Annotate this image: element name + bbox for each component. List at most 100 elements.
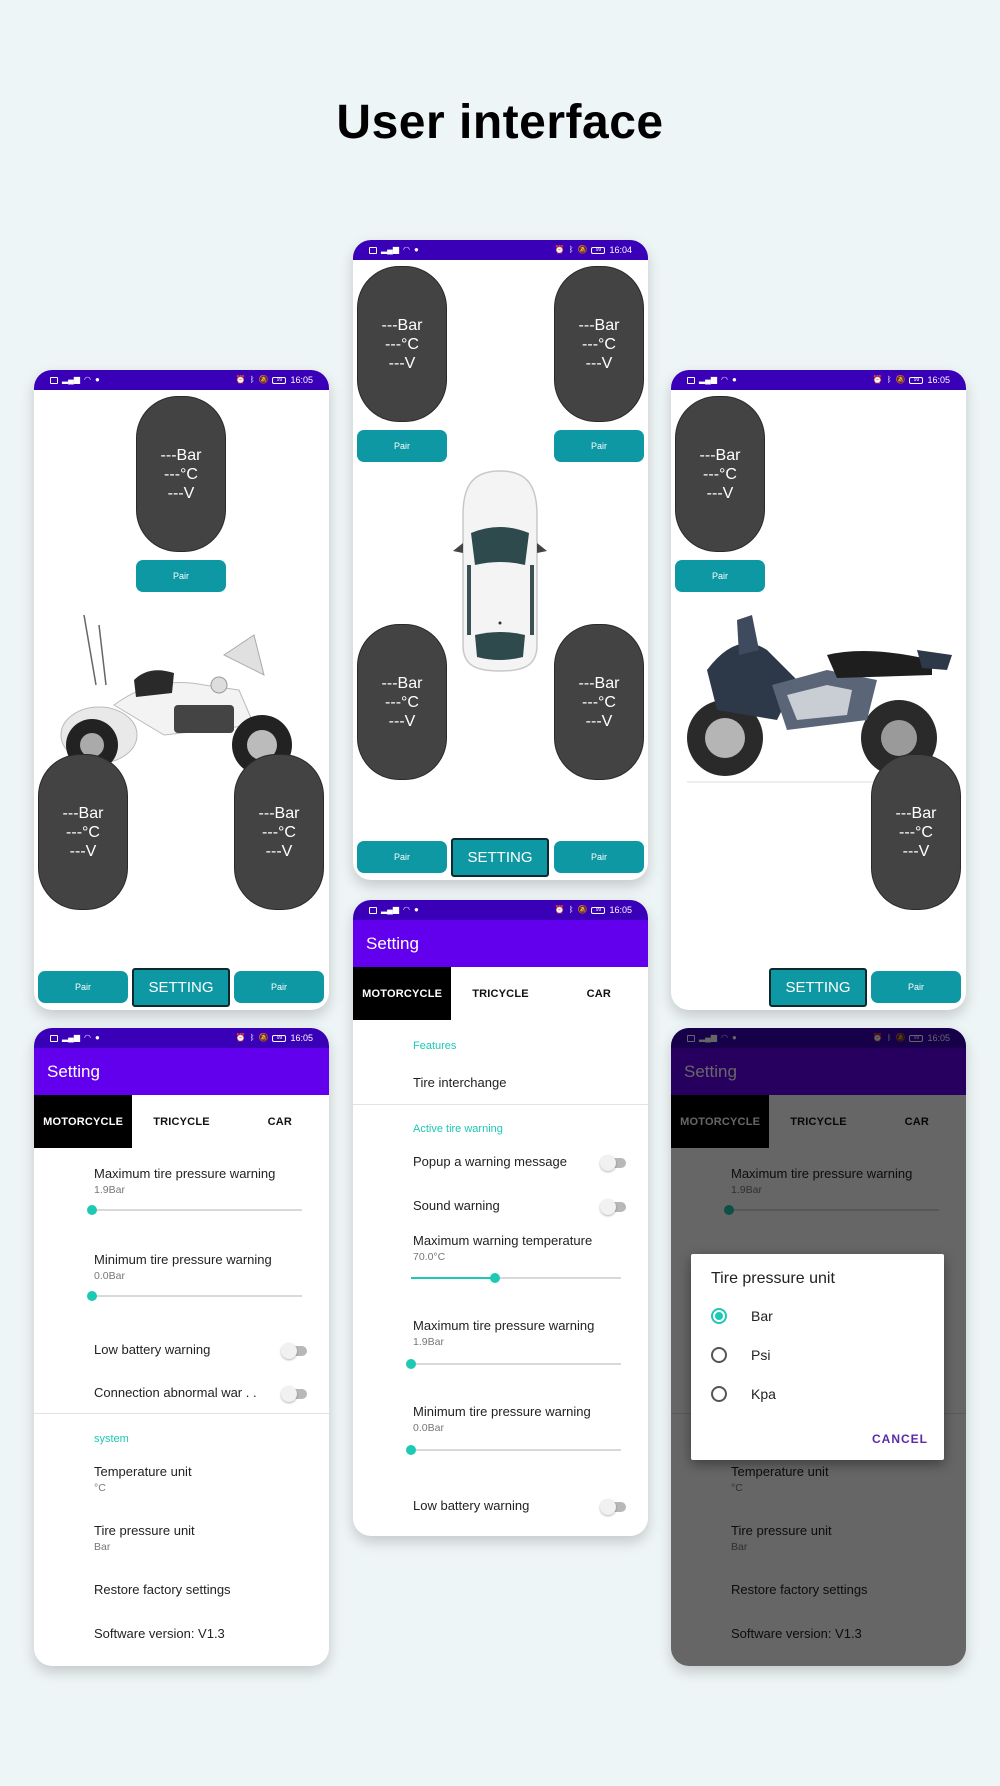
tire-pressure-unit-dialog: Tire pressure unit Bar Psi Kpa CANCEL — [691, 1254, 944, 1460]
pair-button-rear-left[interactable]: Pair — [357, 841, 447, 873]
battery-icon: 99 — [272, 376, 287, 384]
status-bar: ▂▄▆ ◠ ● ⏰ ᛒ 🔕 99 16:05 — [671, 370, 966, 390]
section-header-system: system — [94, 1433, 129, 1445]
phone-tricycle-main: ▂▄▆ ◠ ● ⏰ ᛒ 🔕 99 16:05 ---Bar ---°C ---V… — [34, 370, 329, 1010]
tab-tricycle[interactable]: TRICYCLE — [132, 1095, 230, 1148]
car-image — [453, 465, 548, 675]
tire-gauge-rear-right: ---Bar ---°C ---V — [554, 624, 644, 780]
pair-button-rear-right[interactable]: Pair — [554, 841, 644, 873]
signal-icon: ▂▄▆ — [381, 245, 399, 254]
hd-icon — [50, 376, 58, 384]
signal-icon: ▂▄▆ — [699, 375, 717, 384]
pair-button-rear-right[interactable]: Pair — [234, 971, 324, 1003]
slider-thumb[interactable] — [87, 1205, 97, 1215]
radio-option-psi[interactable]: Psi — [711, 1347, 770, 1363]
tire-pressure: ---Bar — [699, 446, 741, 464]
max-pressure-label: Maximum tire pressure warning — [94, 1166, 276, 1181]
radio-button[interactable] — [711, 1347, 727, 1363]
pair-button-front-right[interactable]: Pair — [554, 430, 644, 462]
pair-button-front[interactable]: Pair — [675, 560, 765, 592]
radio-button-checked[interactable] — [711, 1308, 727, 1324]
signal-icon: ▂▄▆ — [381, 905, 399, 914]
min-pressure-slider[interactable] — [406, 1444, 621, 1456]
max-temperature-slider[interactable] — [411, 1272, 621, 1284]
app-bar-title: Setting — [353, 920, 648, 967]
slider-thumb[interactable] — [490, 1273, 500, 1283]
alarm-icon: ⏰ — [554, 245, 565, 254]
tire-pressure: ---Bar — [381, 674, 423, 692]
hd-icon — [369, 906, 377, 914]
phone-settings-dialog: ▂▄▆ ◠ ● ⏰ ᛒ 🔕 99 16:05 Setting MOTORCYCL… — [671, 1028, 966, 1666]
tire-temperature: ---°C — [385, 335, 419, 353]
slider-thumb[interactable] — [406, 1359, 416, 1369]
tab-tricycle[interactable]: TRICYCLE — [451, 967, 549, 1020]
tire-pressure-unit-label[interactable]: Tire pressure unit — [94, 1523, 195, 1538]
wifi-icon: ◠ — [83, 375, 91, 384]
battery-icon: 99 — [591, 246, 606, 254]
max-pressure-slider[interactable] — [87, 1204, 302, 1216]
status-time: 16:05 — [609, 905, 632, 915]
max-temperature-value: 70.0°C — [413, 1251, 446, 1263]
wifi-icon: ◠ — [402, 245, 410, 254]
tire-gauge-front: ---Bar ---°C ---V — [675, 396, 765, 552]
min-pressure-value: 0.0Bar — [94, 1270, 125, 1282]
bluetooth-icon: ᛒ — [568, 905, 574, 914]
wifi-icon: ◠ — [720, 375, 728, 384]
data-saver-icon: ● — [94, 1033, 100, 1042]
tire-temperature: ---°C — [899, 823, 933, 841]
max-pressure-label: Maximum tire pressure warning — [413, 1318, 595, 1333]
bluetooth-icon: ᛒ — [886, 375, 892, 384]
low-battery-toggle[interactable] — [600, 1499, 626, 1515]
tire-gauge-front-left: ---Bar ---°C ---V — [357, 266, 447, 422]
status-time: 16:05 — [290, 375, 313, 385]
pair-button-rear-left[interactable]: Pair — [38, 971, 128, 1003]
pair-button-front-left[interactable]: Pair — [357, 430, 447, 462]
page-title: User interface — [336, 96, 664, 149]
phone-motorcycle-main: ▂▄▆ ◠ ● ⏰ ᛒ 🔕 99 16:05 ---Bar ---°C ---V… — [671, 370, 966, 1010]
divider — [34, 1413, 329, 1414]
tab-car[interactable]: CAR — [231, 1095, 329, 1148]
status-time: 16:05 — [290, 1033, 313, 1043]
hd-icon — [369, 246, 377, 254]
tire-voltage: ---V — [265, 842, 293, 860]
pair-button-rear[interactable]: Pair — [871, 971, 961, 1003]
radio-label: Bar — [751, 1308, 773, 1324]
setting-button[interactable]: SETTING — [769, 968, 867, 1007]
data-saver-icon: ● — [94, 375, 100, 384]
max-temperature-label: Maximum warning temperature — [413, 1233, 593, 1248]
radio-option-bar[interactable]: Bar — [711, 1308, 773, 1324]
slider-thumb[interactable] — [406, 1445, 416, 1455]
data-saver-icon: ● — [413, 905, 419, 914]
tab-motorcycle[interactable]: MOTORCYCLE — [353, 967, 452, 1020]
popup-warning-toggle[interactable] — [600, 1155, 626, 1171]
pair-button-front[interactable]: Pair — [136, 560, 226, 592]
low-battery-label: Low battery warning — [94, 1342, 211, 1357]
min-pressure-slider[interactable] — [87, 1290, 302, 1302]
connection-abnormal-label: Connection abnormal war . . — [94, 1385, 257, 1400]
tab-motorcycle[interactable]: MOTORCYCLE — [34, 1095, 133, 1148]
cancel-button[interactable]: CANCEL — [872, 1432, 928, 1446]
alarm-icon: ⏰ — [554, 905, 565, 914]
radio-button[interactable] — [711, 1386, 727, 1402]
restore-factory-item[interactable]: Restore factory settings — [94, 1582, 231, 1597]
mute-icon: 🔕 — [258, 375, 269, 384]
max-pressure-slider[interactable] — [406, 1358, 621, 1370]
tire-interchange-item[interactable]: Tire interchange — [413, 1075, 506, 1090]
popup-warning-label: Popup a warning message — [413, 1154, 567, 1169]
radio-option-kpa[interactable]: Kpa — [711, 1386, 776, 1402]
tab-car[interactable]: CAR — [550, 967, 648, 1020]
setting-button[interactable]: SETTING — [132, 968, 230, 1007]
temperature-unit-label[interactable]: Temperature unit — [94, 1464, 192, 1479]
app-bar-title: Setting — [34, 1048, 329, 1095]
sound-warning-toggle[interactable] — [600, 1199, 626, 1215]
connection-abnormal-toggle[interactable] — [281, 1386, 307, 1402]
setting-button[interactable]: SETTING — [451, 838, 549, 877]
settings-list: Maximum tire pressure warning 1.9Bar Min… — [34, 1148, 329, 1666]
status-bar: ▂▄▆ ◠ ● ⏰ ᛒ 🔕 99 16:04 — [353, 240, 648, 260]
min-pressure-label: Minimum tire pressure warning — [94, 1252, 272, 1267]
slider-thumb[interactable] — [87, 1291, 97, 1301]
vehicle-tabs: MOTORCYCLE TRICYCLE CAR — [34, 1095, 329, 1148]
bluetooth-icon: ᛒ — [249, 1033, 255, 1042]
low-battery-toggle[interactable] — [281, 1343, 307, 1359]
tire-pressure: ---Bar — [381, 316, 423, 334]
